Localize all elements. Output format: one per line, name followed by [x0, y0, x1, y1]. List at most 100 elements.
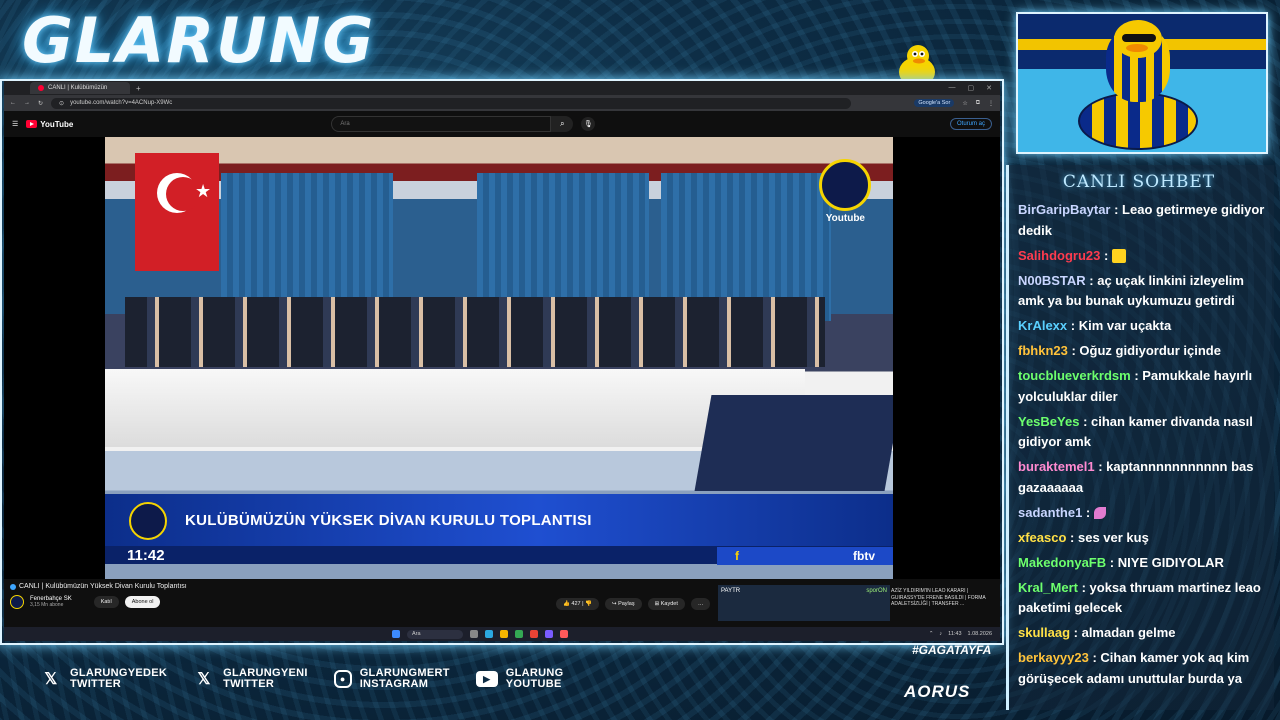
recommendation-sponsor: PAYTR — [721, 588, 741, 594]
chat-message: Salihdogru23 : — [1018, 246, 1272, 267]
save-button[interactable]: ⊞ Kaydet — [647, 598, 685, 610]
chat-message: xfeasco : ses ver kuş — [1018, 529, 1149, 545]
social-twitter-yedek[interactable]: 𝕏 GLARUNGYEDEK TWITTER — [40, 668, 167, 690]
chat-username[interactable]: sadanthe1 — [1018, 505, 1082, 520]
chat-username[interactable]: BirGaripBaytar — [1018, 202, 1110, 217]
x-twitter-icon: 𝕏 — [44, 670, 58, 688]
taskbar-search[interactable]: Ara — [407, 629, 463, 639]
chat-username[interactable]: toucblueverkrdsm — [1018, 368, 1131, 383]
url-text: youtube.com/watch?v=4ACNup-X9Wc — [70, 100, 173, 106]
chat-text: NIYE GIDIYOLAR — [1117, 554, 1224, 570]
chat-text: Oğuz gidiyordur içinde — [1079, 343, 1221, 358]
chat-username[interactable]: Salihdogru23 — [1018, 248, 1100, 263]
stage-platform — [694, 395, 893, 491]
maximize-icon[interactable]: ▢ — [968, 84, 975, 92]
chat-emote-icon — [1111, 249, 1126, 264]
task-view-icon[interactable] — [470, 630, 478, 638]
conference-table — [105, 369, 805, 447]
microphone-icon[interactable]: 🎙 — [581, 117, 596, 131]
wifi-icon[interactable]: ⌃ — [929, 631, 934, 637]
channel-avatar[interactable] — [10, 595, 24, 609]
brave-icon[interactable] — [530, 630, 538, 638]
clock-date: 1.08.2026 — [967, 631, 992, 637]
browser-window: CANLI | Kulübümüzün + — ▢ ✕ ← → ↻ ⊙ yout… — [4, 81, 1000, 641]
chat-username[interactable]: KrAlexx — [1018, 318, 1067, 333]
subscribe-button[interactable]: Abone ol — [124, 596, 161, 608]
chat-username[interactable]: xfeasco — [1018, 530, 1066, 545]
share-button[interactable]: ↪ Paylaş — [604, 598, 642, 610]
windows-start-icon[interactable] — [392, 630, 400, 638]
duck-beak — [1126, 44, 1148, 52]
recommended-title[interactable]: AZİZ YILDIRIM'IN LEAO KARARI | GUIRASSY'… — [888, 585, 998, 621]
chat-text: Kim var uçakta — [1078, 318, 1172, 333]
reload-icon[interactable]: ↻ — [38, 100, 43, 107]
social-youtube[interactable]: ▶ GLARUNG YOUTUBE — [475, 668, 564, 690]
search-input[interactable]: Ara — [331, 116, 552, 132]
chat-message: sadanthe1 : — [1018, 503, 1272, 524]
google-ask-button[interactable]: Google'a Sor — [914, 99, 955, 107]
social-platform: INSTAGRAM — [359, 678, 429, 690]
site-info-icon[interactable]: ⊙ — [59, 100, 64, 107]
chat-message: skullaag : almadan gelme — [1018, 625, 1176, 640]
social-links: 𝕏 GLARUNGYEDEK TWITTER 𝕏 GLARUNGYENI TWITT… — [40, 668, 590, 690]
social-twitter-yeni[interactable]: 𝕏 GLARUNGYENI TWITTER — [193, 668, 308, 690]
hamburger-menu-icon[interactable]: ☰ — [12, 120, 18, 128]
like-button[interactable]: 👍 427 | 👎 — [556, 598, 599, 610]
file-explorer-icon[interactable] — [500, 630, 508, 638]
discord-icon[interactable] — [545, 630, 553, 638]
more-actions-button[interactable]: … — [690, 598, 711, 610]
chat-message: N00BSTAR : aç uçak linkini izleyelim amk… — [1018, 272, 1244, 309]
back-icon[interactable]: ← — [10, 100, 16, 106]
volume-icon[interactable]: ♪ — [939, 631, 942, 637]
chat-message: toucblueverkrdsm : Pamukkale hayırlı yol… — [1018, 368, 1253, 404]
youtube-icon: ▶ — [475, 671, 498, 687]
like-count: 427 — [571, 601, 581, 607]
chat-username[interactable]: buraktemel1 — [1018, 459, 1095, 474]
extensions-icon[interactable]: ⧉ — [976, 100, 980, 107]
chat-message: KrAlexx : Kim var uçakta — [1018, 318, 1172, 333]
close-icon[interactable]: ✕ — [986, 84, 992, 92]
browser-tab[interactable]: CANLI | Kulübümüzün — [30, 82, 130, 94]
search-icon[interactable]: ⌕ — [551, 116, 574, 132]
recommended-thumbnail[interactable]: PAYTR sporON — [718, 585, 890, 621]
minimize-icon[interactable]: — — [949, 84, 956, 92]
chat-username[interactable]: MakedonyaFB — [1018, 555, 1106, 570]
hashtag: #GAGATAYFA — [912, 643, 992, 657]
chat-username[interactable]: N00BSTAR — [1018, 273, 1086, 288]
chat-text: almadan gelme — [1081, 625, 1176, 640]
chrome-icon[interactable] — [515, 630, 523, 638]
sunglasses-icon — [1122, 34, 1156, 42]
edge-icon[interactable] — [485, 630, 493, 638]
obs-icon[interactable] — [560, 630, 568, 638]
menu-dots-icon[interactable]: ⋮ — [988, 100, 994, 107]
new-tab-icon[interactable]: + — [136, 84, 141, 93]
chat-username[interactable]: Kral_Mert — [1018, 580, 1078, 595]
join-button[interactable]: Katıl — [93, 596, 119, 608]
channel-subscribers: 3,15 Mn abone — [30, 602, 64, 608]
address-bar-row: ← → ↻ ⊙ youtube.com/watch?v=4ACNup-X9Wc … — [4, 95, 1000, 111]
video-title-row: CANLI | Kulübümüzün Yüksek Divan Kurulu … — [10, 583, 187, 590]
x-twitter-icon: 𝕏 — [197, 670, 211, 688]
chat-title: CANLI SOHBET — [1062, 172, 1216, 192]
chat-username[interactable]: fbhkn23 — [1018, 343, 1068, 358]
video-frame[interactable]: ★ Youtube KULÜBÜMÜZÜN YÜKSEK DİVAN KURUL… — [105, 137, 893, 579]
live-indicator-icon — [10, 583, 16, 590]
chat-username[interactable]: YesBeYes — [1018, 414, 1079, 429]
chat-username[interactable]: skullaag — [1018, 625, 1070, 640]
forward-icon[interactable]: → — [24, 100, 30, 106]
star-icon[interactable]: ☆ — [962, 100, 967, 107]
video-watermark: Youtube — [825, 213, 865, 224]
clock-time[interactable]: 11:43 — [948, 631, 961, 637]
channel-row: Fenerbahçe SK 3,15 Mn abone Katıl Abone … — [10, 595, 161, 609]
address-bar[interactable]: ⊙ youtube.com/watch?v=4ACNup-X9Wc — [51, 97, 852, 109]
chat-username[interactable]: berkayyy23 — [1018, 650, 1089, 665]
youtube-logo[interactable]: YouTube — [26, 120, 73, 129]
signin-button[interactable]: Oturum aç — [949, 118, 992, 130]
turkish-flag-icon: ★ — [135, 153, 219, 271]
chat-message: Kral_Mert : yoksa thruam martinez leao p… — [1018, 579, 1261, 616]
social-instagram[interactable]: ● GLARUNGMERT INSTAGRAM — [333, 668, 450, 690]
video-info-area: CANLI | Kulübümüzün Yüksek Divan Kurulu … — [4, 579, 1000, 627]
video-player[interactable]: ★ Youtube KULÜBÜMÜZÜN YÜKSEK DİVAN KURUL… — [4, 137, 1000, 579]
tab-title: CANLI | Kulübümüzün — [48, 85, 108, 91]
channel-brand-title: GLARUNG — [22, 4, 376, 77]
